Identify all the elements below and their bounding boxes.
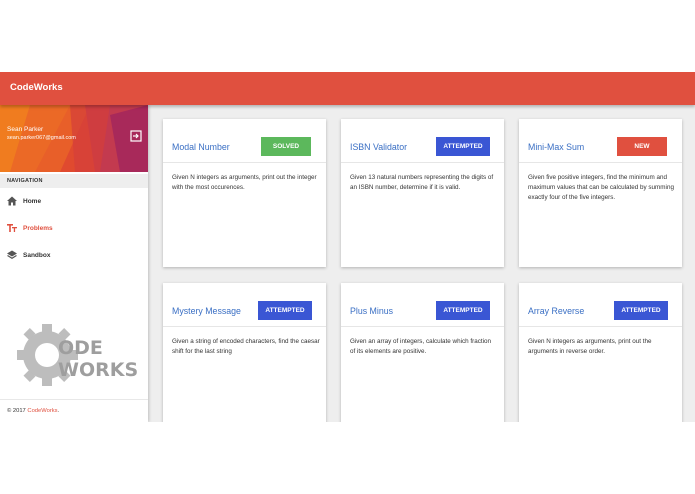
nav-item-home[interactable]: Home	[0, 188, 148, 215]
logo-text-bottom: WORKS	[58, 359, 137, 381]
profile-header: Sean Parker sean.parker067@gmail.com	[0, 105, 148, 172]
status-badge[interactable]: ATTEMPTED	[614, 301, 668, 320]
nav-item-label: Sandbox	[23, 252, 51, 259]
footer-copyright: © 2017	[7, 408, 28, 414]
problem-title[interactable]: Mini-Max Sum	[528, 142, 584, 152]
problem-description: Given N integers as arguments, print out…	[172, 174, 317, 191]
problem-card[interactable]: Mini-Max Sum NEW Given five positive int…	[519, 119, 682, 267]
problem-title[interactable]: Array Reverse	[528, 306, 584, 316]
problem-title[interactable]: ISBN Validator	[350, 142, 407, 152]
card-divider	[341, 162, 504, 163]
layers-icon	[7, 250, 17, 260]
sidebar: Sean Parker sean.parker067@gmail.com NAV…	[0, 105, 148, 422]
card-divider	[519, 162, 682, 163]
problem-description: Given an array of integers, calculate wh…	[350, 338, 492, 355]
footer-suffix: .	[57, 408, 60, 414]
problem-title[interactable]: Mystery Message	[172, 306, 241, 316]
status-badge[interactable]: ATTEMPTED	[436, 301, 490, 320]
logo-text-top: ODE	[58, 337, 103, 359]
card-divider	[163, 326, 326, 327]
problem-card[interactable]: Modal Number SOLVED Given N integers as …	[163, 119, 326, 267]
card-divider	[341, 326, 504, 327]
footer-brand-link[interactable]: CodeWorks	[27, 408, 57, 414]
nav-item-problems[interactable]: Problems	[0, 215, 148, 242]
problem-card[interactable]: Mystery Message ATTEMPTED Given a string…	[163, 283, 326, 422]
problem-title[interactable]: Plus Minus	[350, 306, 393, 316]
logout-icon[interactable]	[130, 130, 142, 142]
user-email: sean.parker067@gmail.com	[7, 135, 76, 141]
user-name: Sean Parker	[7, 126, 44, 133]
status-badge[interactable]: ATTEMPTED	[258, 301, 312, 320]
problem-description: Given five positive integers, find the m…	[528, 174, 674, 201]
home-icon	[7, 196, 17, 206]
nav-item-label: Home	[23, 198, 42, 205]
problem-description: Given a string of encoded characters, fi…	[172, 338, 320, 355]
problem-card[interactable]: Array Reverse ATTEMPTED Given N integers…	[519, 283, 682, 422]
problem-card[interactable]: ISBN Validator ATTEMPTED Given 13 natura…	[341, 119, 504, 267]
status-badge[interactable]: ATTEMPTED	[436, 137, 490, 156]
card-divider	[163, 162, 326, 163]
nav-item-label: Problems	[23, 225, 53, 232]
problem-description: Given 13 natural numbers representing th…	[350, 174, 494, 191]
card-divider	[519, 326, 682, 327]
problem-description: Given N integers as arguments, print out…	[528, 338, 652, 355]
sidebar-footer: © 2017 CodeWorks.	[0, 399, 148, 422]
problem-card[interactable]: Plus Minus ATTEMPTED Given an array of i…	[341, 283, 504, 422]
status-badge[interactable]: SOLVED	[261, 137, 311, 156]
navigation-header: NAVIGATION	[0, 174, 148, 188]
codeworks-logo: ODE WORKS	[17, 324, 137, 386]
nav-item-sandbox[interactable]: Sandbox	[0, 242, 148, 269]
text-format-icon	[7, 224, 17, 232]
status-badge[interactable]: NEW	[617, 137, 667, 156]
app-window: CodeWorks Sean Parker sean.parker067@gma…	[0, 72, 695, 422]
top-app-bar: CodeWorks	[0, 72, 695, 105]
problem-title[interactable]: Modal Number	[172, 142, 230, 152]
app-title[interactable]: CodeWorks	[10, 82, 63, 93]
